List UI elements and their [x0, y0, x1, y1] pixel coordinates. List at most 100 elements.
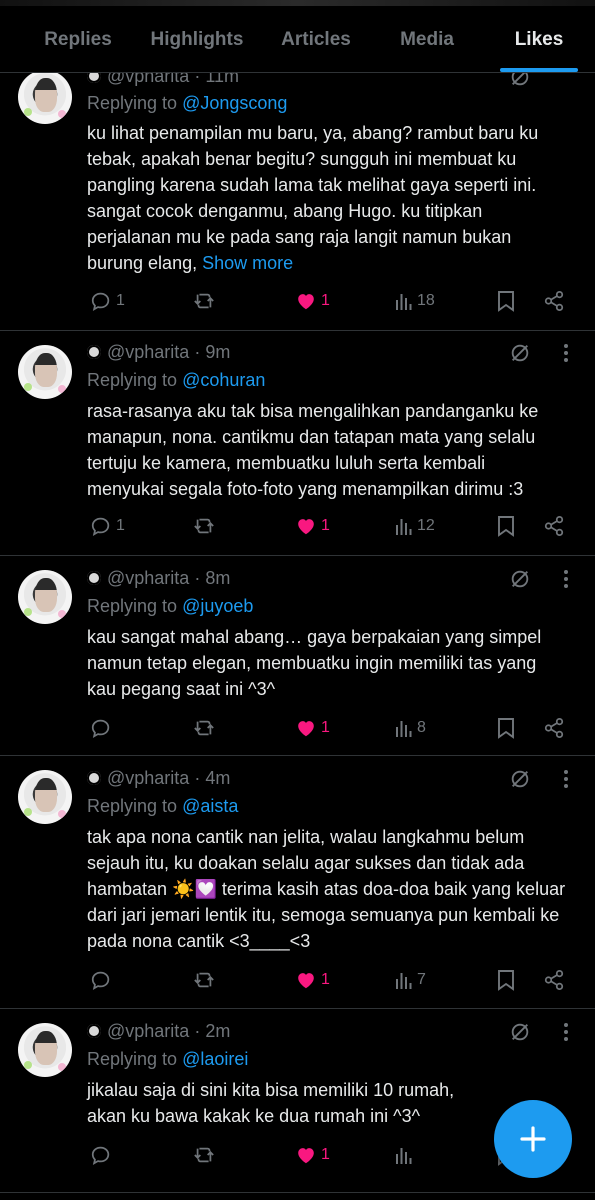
views-icon [396, 721, 412, 737]
bookmark-button[interactable] [497, 965, 515, 995]
gear-icon [87, 771, 101, 785]
repost-icon [194, 972, 214, 988]
avatar[interactable] [18, 70, 72, 124]
next-tweet-peek [0, 1192, 595, 1200]
more-icon[interactable] [563, 568, 569, 590]
handle[interactable]: @vpharita [107, 768, 189, 788]
tweet-text: ku lihat penampilan mu baru, ya, abang? … [87, 120, 567, 276]
handle[interactable]: @vpharita [107, 342, 189, 362]
share-button[interactable] [543, 713, 565, 743]
tweet[interactable]: @vpharita · 9m Replying to @cohuran rasa… [0, 330, 595, 556]
gear-icon [87, 345, 101, 359]
avatar[interactable] [18, 570, 72, 624]
not-interested-icon[interactable] [509, 342, 531, 364]
like-count: 1 [321, 971, 330, 988]
timestamp[interactable]: 9m [205, 342, 230, 362]
show-more-link[interactable]: Show more [202, 253, 293, 273]
reply-icon [91, 1146, 110, 1165]
tweet-meta: @vpharita · 2m [87, 1021, 230, 1042]
bookmark-button[interactable] [497, 511, 515, 541]
more-icon[interactable] [563, 1021, 569, 1043]
reply-button[interactable] [90, 965, 116, 995]
handle[interactable]: @vpharita [107, 568, 189, 588]
not-interested-icon[interactable] [509, 568, 531, 590]
tweet[interactable]: @vpharita · 11m Replying to @Jongscong k… [0, 60, 595, 331]
reply-button[interactable]: 1 [90, 286, 125, 316]
tweet[interactable]: @vpharita · 8m Replying to @juyoeb kau s… [0, 555, 595, 756]
heart-icon [298, 973, 314, 989]
like-button[interactable]: 1 [295, 713, 330, 743]
reply-button[interactable] [90, 713, 116, 743]
repost-button[interactable] [192, 511, 220, 541]
profile-tabs: Replies Highlights Articles Media Likes [0, 6, 595, 73]
avatar[interactable] [18, 770, 72, 824]
reply-button[interactable] [90, 1140, 116, 1170]
replying-to: Replying to @Jongscong [87, 93, 287, 114]
like-button[interactable]: 1 [295, 286, 330, 316]
replying-label: Replying to [87, 93, 178, 113]
compose-button[interactable] [494, 1100, 572, 1178]
repost-icon [194, 293, 214, 309]
mention-link[interactable]: @juyoeb [182, 596, 253, 616]
reply-button[interactable]: 1 [90, 511, 125, 541]
timestamp[interactable]: 4m [205, 768, 230, 788]
repost-button[interactable] [192, 286, 220, 316]
tab-media[interactable]: Media [378, 6, 476, 72]
views-button[interactable]: 18 [395, 286, 435, 316]
views-count: 8 [417, 719, 426, 736]
replying-label: Replying to [87, 796, 178, 816]
like-button[interactable]: 1 [295, 1140, 330, 1170]
mention-link[interactable]: @cohuran [182, 370, 265, 390]
not-interested-icon[interactable] [509, 768, 531, 790]
avatar[interactable] [18, 1023, 72, 1077]
tab-replies[interactable]: Replies [20, 6, 136, 72]
bookmark-button[interactable] [497, 286, 515, 316]
like-button[interactable]: 1 [295, 965, 330, 995]
avatar[interactable] [18, 345, 72, 399]
tweet-meta: @vpharita · 8m [87, 568, 230, 589]
heart-icon [298, 294, 314, 310]
repost-button[interactable] [192, 713, 220, 743]
bookmark-icon [498, 291, 514, 312]
replying-to: Replying to @juyoeb [87, 596, 253, 617]
mention-link[interactable]: @Jongscong [182, 93, 287, 113]
bookmark-button[interactable] [497, 713, 515, 743]
timestamp[interactable]: 2m [205, 1021, 230, 1041]
views-button[interactable]: 8 [395, 713, 426, 743]
heart-icon [298, 1148, 314, 1164]
tweet-text: kau sangat mahal abang… gaya berpakaian … [87, 627, 542, 699]
not-interested-icon[interactable] [509, 1021, 531, 1043]
more-icon[interactable] [563, 768, 569, 790]
like-button[interactable]: 1 [295, 511, 330, 541]
plus-icon [520, 1126, 546, 1152]
gear-icon [87, 571, 101, 585]
mention-link[interactable]: @laoirei [182, 1049, 248, 1069]
tweet-text: jikalau saja di sini kita bisa memiliki … [87, 1080, 455, 1126]
tab-highlights[interactable]: Highlights [136, 6, 258, 72]
tweet-actions: 1 1 18 [0, 286, 595, 316]
mention-link[interactable]: @aista [182, 796, 238, 816]
views-button[interactable] [395, 1140, 417, 1170]
more-icon[interactable] [563, 342, 569, 364]
tweet-text: tak apa nona cantik nan jelita, walau la… [87, 827, 566, 951]
tab-likes[interactable]: Likes [490, 6, 588, 72]
gear-icon [87, 1024, 101, 1038]
tweet[interactable]: @vpharita · 4m Replying to @aista tak ap… [0, 755, 595, 1009]
reply-icon [91, 971, 110, 990]
replying-label: Replying to [87, 1049, 178, 1069]
repost-button[interactable] [192, 1140, 220, 1170]
tab-articles[interactable]: Articles [262, 6, 370, 72]
repost-button[interactable] [192, 965, 220, 995]
views-button[interactable]: 7 [395, 965, 426, 995]
share-button[interactable] [543, 965, 565, 995]
bookmark-icon [498, 718, 514, 739]
like-count: 1 [321, 517, 330, 534]
views-button[interactable]: 12 [395, 511, 435, 541]
timestamp[interactable]: 8m [205, 568, 230, 588]
share-button[interactable] [543, 286, 565, 316]
reply-icon [91, 517, 110, 536]
handle[interactable]: @vpharita [107, 1021, 189, 1041]
share-button[interactable] [543, 511, 565, 541]
views-icon [396, 294, 412, 310]
tweet-meta: @vpharita · 9m [87, 342, 230, 363]
